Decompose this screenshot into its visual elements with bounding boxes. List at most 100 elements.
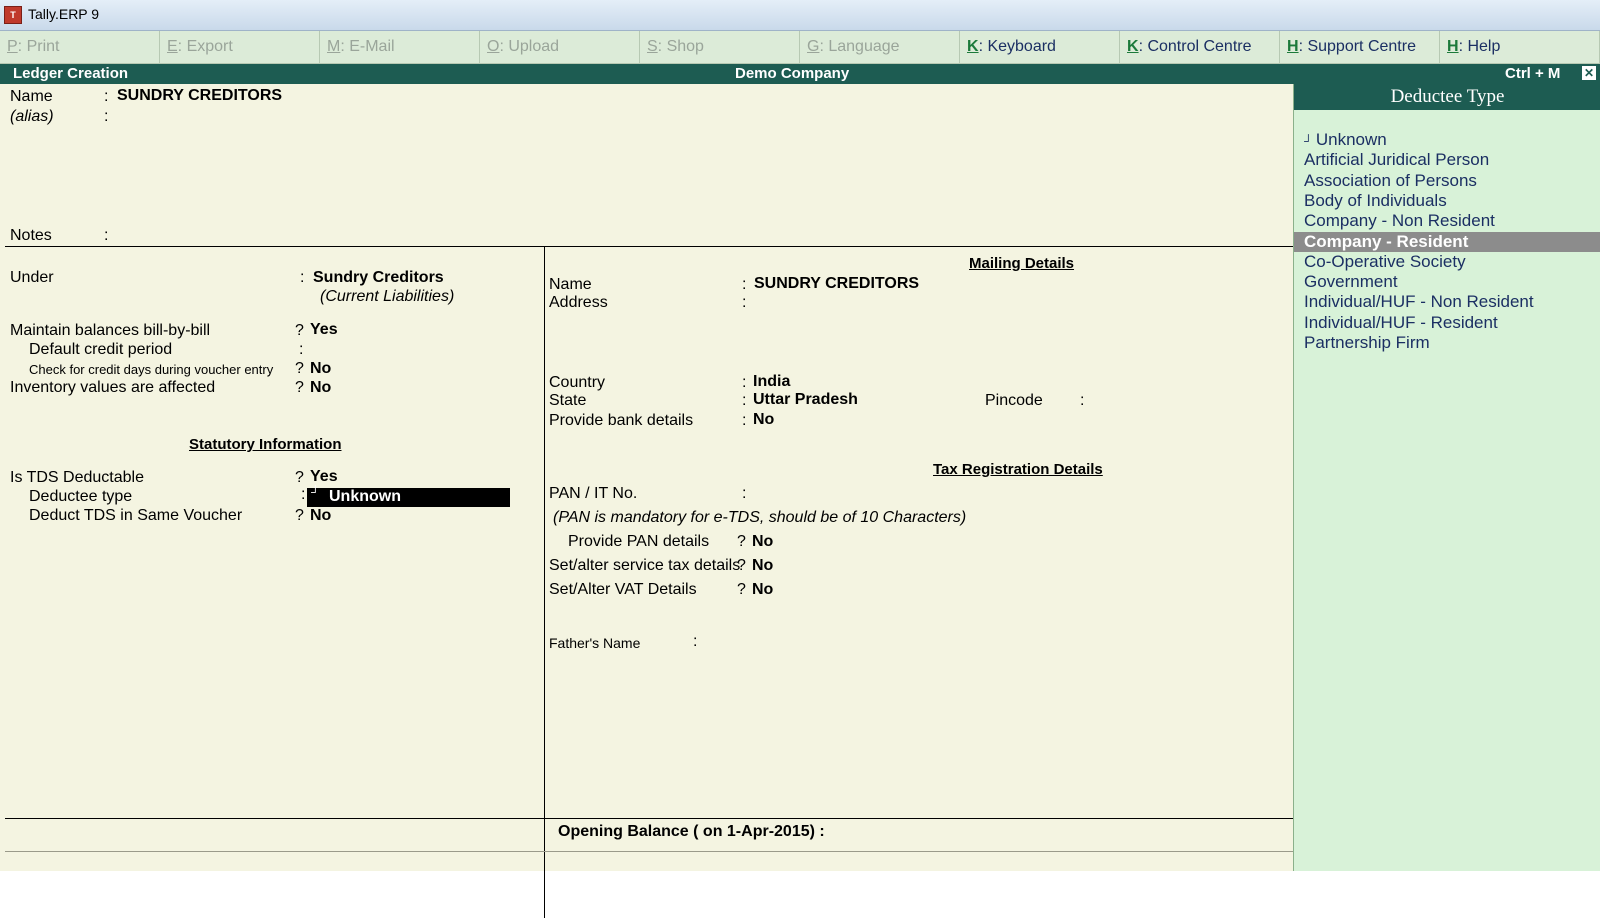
address-label: Address [549, 294, 608, 311]
statutory-heading: Statutory Information [189, 436, 342, 453]
toolbar-key: K [1127, 38, 1139, 55]
vat-label: Set/Alter VAT Details [549, 581, 697, 598]
deductee-option-label: Government [1304, 272, 1398, 292]
deductee-option-label: Partnership Firm [1304, 333, 1430, 352]
toolbar-button-0[interactable]: P: Print [0, 31, 160, 63]
deductee-option[interactable]: Co-Operative Society [1294, 252, 1600, 272]
bank-field[interactable]: No [753, 411, 774, 429]
father-label: Father's Name [549, 635, 641, 651]
credit-days-label: Check for credit days during voucher ent… [29, 362, 274, 377]
tally-app-icon[interactable]: T [4, 6, 22, 24]
toolbar-label: : Control Centre [1138, 38, 1252, 55]
toolbar-key: H [1287, 38, 1299, 55]
credit-period-label: Default credit period [29, 341, 173, 358]
country-colon: : [742, 374, 747, 391]
deductee-option[interactable]: Association of Persons [1294, 171, 1600, 191]
deductee-option[interactable]: Individual/HUF - Resident [1294, 313, 1600, 333]
pan-details-label: Provide PAN details [568, 533, 710, 550]
under-group: (Current Liabilities) [320, 288, 455, 305]
deductee-option-label: Company - Non Resident [1304, 211, 1495, 231]
toolbar-key: O [487, 38, 500, 55]
deductee-option[interactable]: Government [1294, 272, 1600, 292]
deductee-option-label: Body of Individuals [1304, 190, 1447, 210]
top-button-bar: P: Print E: Export M: E-Mail O: Upload S: Sh… [0, 31, 1600, 64]
vat-q: ? [737, 581, 746, 598]
deductee-option[interactable]: Partnership Firm [1294, 333, 1600, 353]
toolbar-label: : Language [819, 38, 900, 55]
deductee-option[interactable]: Body of Individuals [1294, 191, 1600, 211]
toolbar-button-5[interactable]: G: Language [800, 31, 960, 63]
billwise-q: ? [295, 322, 304, 339]
deductee-option-label: Association of Persons [1304, 170, 1477, 190]
toolbar-key: K [967, 38, 979, 55]
window-title: Tally.ERP 9 [28, 6, 100, 22]
mail-name-colon: : [742, 276, 747, 293]
under-colon: : [300, 269, 305, 286]
under-label: Under [10, 269, 54, 286]
pan-colon: : [742, 485, 747, 502]
credit-days-field[interactable]: No [310, 360, 331, 378]
pan-details-field[interactable]: No [752, 533, 773, 551]
deductee-option-label: Company - Resident [1304, 231, 1469, 251]
deductee-type-panel: Deductee Type ┘ Unknown Artificial Juridi… [1293, 84, 1600, 871]
alias-label: (alias) [10, 108, 54, 125]
toolbar-button-1[interactable]: E: Export [160, 31, 320, 63]
billwise-field[interactable]: Yes [310, 321, 338, 339]
close-icon[interactable]: ✕ [1582, 66, 1596, 80]
vat-field[interactable]: No [752, 581, 773, 599]
toolbar-key: E [167, 38, 178, 55]
deductee-type-field[interactable]: ┘ Unknown [307, 485, 510, 507]
notes-label: Notes [10, 227, 52, 244]
inventory-q: ? [295, 379, 304, 396]
tds-q: ? [295, 469, 304, 486]
deductee-option-label: Individual/HUF - Non Resident [1304, 292, 1534, 312]
toolbar-button-3[interactable]: O: Upload [480, 31, 640, 63]
bank-colon: : [742, 412, 747, 429]
state-field[interactable]: Uttar Pradesh [753, 391, 858, 409]
shortcut-hint: Ctrl + M [1505, 65, 1561, 82]
toolbar-button-6[interactable]: K: Keyboard [960, 31, 1120, 63]
toolbar-button-4[interactable]: S: Shop [640, 31, 800, 63]
toolbar-label: : Upload [499, 38, 560, 55]
under-field[interactable]: Sundry Creditors [313, 269, 444, 287]
deductee-option[interactable]: Company - Resident [1294, 231, 1600, 252]
toolbar-key: M [327, 38, 341, 55]
service-tax-field[interactable]: No [752, 557, 773, 575]
mail-name-field[interactable]: SUNDRY CREDITORS [754, 275, 919, 293]
country-field[interactable]: India [753, 373, 790, 391]
deductee-option[interactable]: Company - Non Resident [1294, 211, 1600, 231]
credit-period-colon: : [299, 341, 304, 358]
service-tax-label: Set/alter service tax details [549, 557, 741, 574]
tds-same-field[interactable]: No [310, 507, 331, 525]
inventory-field[interactable]: No [310, 379, 331, 397]
opening-balance-label[interactable]: Opening Balance ( on 1-Apr-2015) : [558, 823, 825, 841]
deductee-option-label: Unknown [1315, 130, 1387, 149]
mailing-heading: Mailing Details [969, 255, 1075, 272]
divider-footer [5, 851, 1293, 852]
toolbar-label: : Shop [657, 38, 704, 55]
credit-days-q: ? [295, 360, 304, 377]
deductee-type-title: Deductee Type [1294, 84, 1600, 110]
screen-title: Ledger Creation [13, 65, 129, 82]
toolbar-button-2[interactable]: M: E-Mail [320, 31, 480, 63]
return-icon: ┘ [311, 485, 320, 499]
deductee-option[interactable]: Artificial Juridical Person [1294, 150, 1600, 170]
screen-header: Ledger Creation Demo Company Ctrl + M ✕ [0, 64, 1600, 84]
service-tax-q: ? [737, 557, 746, 574]
inventory-label: Inventory values are affected [10, 379, 216, 396]
pan-note: (PAN is mandatory for e-TDS, should be o… [553, 509, 967, 526]
deductee-option-label: Artificial Juridical Person [1304, 150, 1490, 170]
toolbar-key: H [1447, 38, 1459, 55]
toolbar-button-7[interactable]: K: Control Centre [1120, 31, 1280, 63]
tds-field[interactable]: Yes [310, 468, 338, 486]
pincode-colon: : [1080, 392, 1085, 409]
country-label: Country [549, 374, 606, 391]
toolbar-label: : Print [17, 38, 60, 55]
deductee-option-label: Individual/HUF - Resident [1304, 312, 1498, 332]
deductee-option[interactable]: Individual/HUF - Non Resident [1294, 292, 1600, 312]
toolbar-button-8[interactable]: H: Support Centre [1280, 31, 1440, 63]
deductee-option[interactable]: ┘ Unknown [1294, 130, 1600, 150]
name-field[interactable]: SUNDRY CREDITORS [117, 87, 282, 105]
toolbar-button-9[interactable]: H: Help [1440, 31, 1600, 63]
toolbar-label: : E-Mail [340, 38, 395, 55]
